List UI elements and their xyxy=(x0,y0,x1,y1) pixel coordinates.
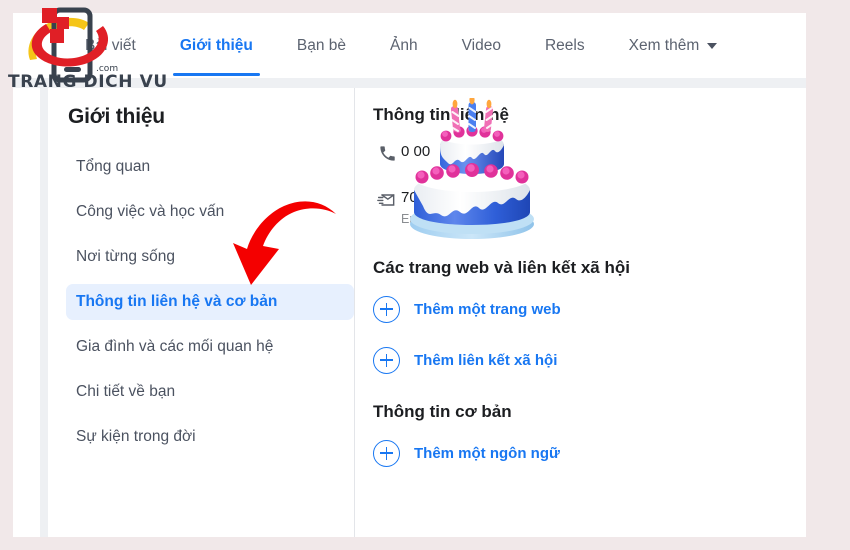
tab-label: Xem thêm xyxy=(628,36,700,54)
add-social-link-button[interactable]: Thêm liên kết xã hội xyxy=(373,346,806,374)
sidebar-item-thong-tin-lien-he-va-co-ban[interactable]: Thông tin liên hệ và cơ bản xyxy=(66,284,354,320)
plus-circle-icon xyxy=(373,295,400,323)
logo-brand-text: TRANG DICH VU xyxy=(8,72,168,92)
sidebar-item-tong-quan[interactable]: Tổng quan xyxy=(66,149,354,185)
sidebar-item-label: Tổng quan xyxy=(76,158,151,175)
about-content: Thông tin liên hệ 0 00 70@gmail.com Emai… xyxy=(355,88,806,537)
sidebar-item-chi-tiet-ve-ban[interactable]: Chi tiết về bạn xyxy=(66,374,354,410)
tab-label: Ảnh xyxy=(390,36,418,54)
sidebar-item-label: Chi tiết về bạn xyxy=(76,383,176,400)
sidebar-item-noi-tung-song[interactable]: Nơi từng sống xyxy=(66,239,354,275)
phone-value: 0 00 xyxy=(401,143,431,160)
phone-icon xyxy=(373,144,401,163)
chevron-down-icon xyxy=(707,42,718,49)
sidebar-item-label: Thông tin liên hệ và cơ bản xyxy=(76,293,278,310)
email-sublabel: Email xyxy=(401,211,433,226)
sidebar-item-su-kien-trong-doi[interactable]: Sự kiện trong đời xyxy=(66,419,354,455)
add-social-link-label: Thêm liên kết xã hội xyxy=(414,351,558,369)
screenshot-root: Bài viết Giới thiệu Bạn bè Ảnh Video Ree… xyxy=(0,0,850,550)
add-website-label: Thêm một trang web xyxy=(414,300,561,318)
sidebar-item-label: Công việc và học vấn xyxy=(76,203,225,220)
plus-circle-icon xyxy=(373,346,400,374)
sidebar-item-label: Gia đình và các mối quan hệ xyxy=(76,338,274,355)
basic-info-section-title: Thông tin cơ bản xyxy=(373,401,512,421)
sidebar-item-label: Sự kiện trong đời xyxy=(76,428,196,445)
sidebar-item-label: Nơi từng sống xyxy=(76,248,175,265)
tab-anh[interactable]: Ảnh xyxy=(390,38,418,54)
email-value: 70@gmail.com xyxy=(401,189,502,206)
tab-xem-them[interactable]: Xem thêm xyxy=(629,38,718,54)
tab-video[interactable]: Video xyxy=(462,38,501,54)
about-sidebar: Giới thiệu Tổng quan Công việc và học vấ… xyxy=(48,88,355,537)
email-icon xyxy=(373,190,401,210)
add-website-button[interactable]: Thêm một trang web xyxy=(373,295,806,323)
plus-circle-icon xyxy=(373,439,400,467)
contact-row-email: 70@gmail.com Email xyxy=(373,189,806,226)
contact-section-title: Thông tin liên hệ xyxy=(373,105,509,124)
add-language-button[interactable]: Thêm một ngôn ngữ xyxy=(373,439,806,467)
tab-ban-be[interactable]: Bạn bè xyxy=(297,38,346,54)
tab-label: Video xyxy=(461,36,501,54)
tab-label: Bạn bè xyxy=(296,36,347,54)
websites-section-title: Các trang web và liên kết xã hội xyxy=(373,257,630,277)
tab-reels[interactable]: Reels xyxy=(545,38,585,54)
profile-tab-bar: Bài viết Giới thiệu Bạn bè Ảnh Video Ree… xyxy=(13,13,806,78)
tab-gioi-thieu[interactable]: Giới thiệu xyxy=(172,36,260,76)
tab-label: Reels xyxy=(544,36,585,54)
about-card: Giới thiệu Tổng quan Công việc và học vấ… xyxy=(40,88,806,537)
page-title: Giới thiệu xyxy=(68,105,165,128)
add-language-label: Thêm một ngôn ngữ xyxy=(414,444,560,462)
tab-bai-viet[interactable]: Bài viết xyxy=(85,38,136,54)
contact-row-phone: 0 00 xyxy=(373,143,806,163)
tab-label: Bài viết xyxy=(85,36,136,54)
tab-label: Giới thiệu xyxy=(179,36,253,54)
sidebar-item-gia-dinh-va-cac-moi-quan-he[interactable]: Gia đình và các mối quan hệ xyxy=(66,329,354,365)
sidebar-item-cong-viec-va-hoc-van[interactable]: Công việc và học vấn xyxy=(66,194,354,230)
